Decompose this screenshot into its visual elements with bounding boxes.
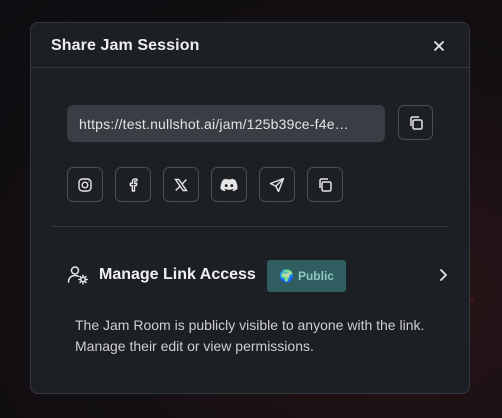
section-divider (51, 226, 449, 227)
share-discord-button[interactable] (211, 167, 247, 202)
copy-link-button[interactable] (398, 105, 433, 140)
share-x-button[interactable] (163, 167, 199, 202)
discord-icon (220, 178, 238, 191)
globe-icon: 🌍 (279, 269, 294, 283)
share-facebook-button[interactable] (115, 167, 151, 202)
share-instagram-button[interactable] (67, 167, 103, 202)
telegram-icon (269, 177, 285, 192)
public-badge-label: Public (297, 269, 334, 283)
share-modal: Share Jam Session https://test.nullshot.… (30, 22, 470, 394)
chevron-right-icon (440, 269, 447, 281)
public-status-badge: 🌍 Public (267, 260, 346, 292)
share-copy-button[interactable] (307, 167, 343, 202)
modal-title: Share Jam Session (51, 37, 200, 54)
copy-icon (319, 177, 332, 192)
manage-link-access-label: Manage Link Access (99, 266, 256, 283)
x-twitter-icon (174, 178, 188, 191)
share-link-field[interactable]: https://test.nullshot.ai/jam/125b39ce-f4… (67, 105, 385, 142)
copy-icon (409, 115, 423, 130)
facebook-icon (129, 177, 138, 192)
share-telegram-button[interactable] (259, 167, 295, 202)
instagram-icon (78, 177, 92, 192)
manage-link-access-row[interactable]: Manage Link Access 🌍 Public (51, 257, 451, 293)
user-settings-icon (67, 266, 88, 285)
share-buttons-row (67, 167, 407, 203)
close-icon (434, 41, 444, 51)
modal-header: Share Jam Session (31, 23, 469, 68)
access-description: The Jam Room is publicly visible to anyo… (75, 317, 425, 354)
close-button[interactable] (427, 35, 451, 57)
share-link-text: https://test.nullshot.ai/jam/125b39ce-f4… (79, 115, 349, 132)
